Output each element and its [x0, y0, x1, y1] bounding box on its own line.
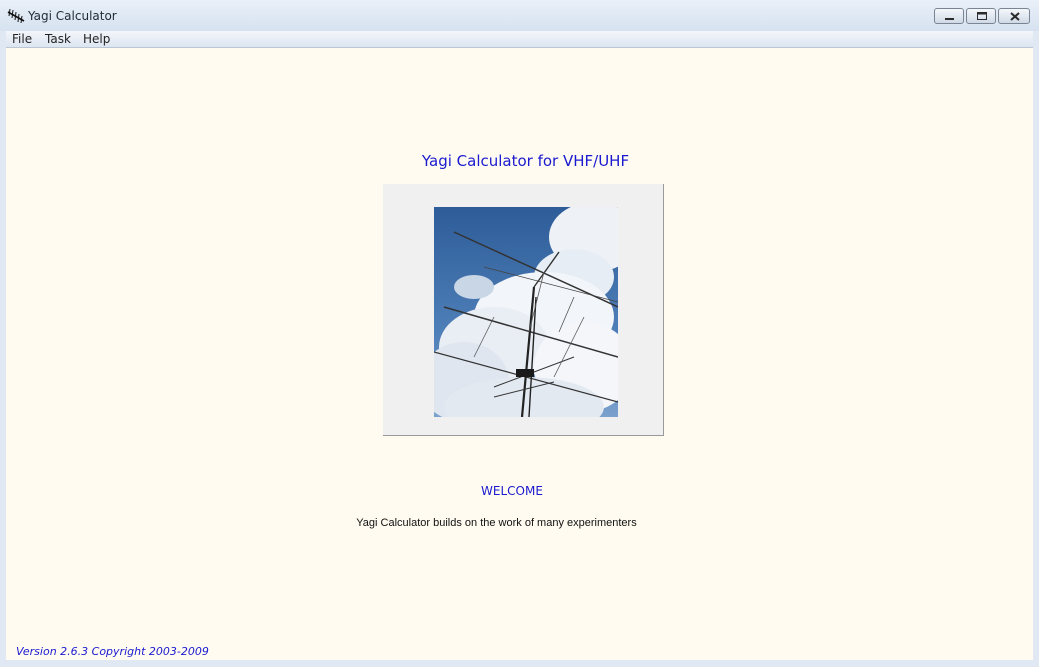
menu-file[interactable]: File: [12, 32, 32, 46]
menu-task[interactable]: Task: [45, 32, 71, 46]
welcome-panel: Yagi Calculator for VHF/UHF WELCOME Yagi…: [6, 48, 1033, 660]
tagline-text: Yagi Calculator builds on the work of ma…: [356, 517, 637, 529]
minimize-icon: [945, 18, 954, 20]
yagi-antenna-photo: [434, 207, 618, 417]
menu-bar: File Task Help: [6, 31, 1033, 48]
welcome-heading: WELCOME: [481, 484, 543, 498]
app-window: Yagi Calculator File Task Help Yagi Calc…: [0, 0, 1039, 667]
minimize-button[interactable]: [934, 8, 964, 24]
maximize-icon: [977, 12, 987, 20]
close-icon: [1010, 12, 1020, 21]
image-frame: [383, 184, 664, 436]
maximize-button[interactable]: [966, 8, 996, 24]
version-label: Version 2.6.3 Copyright 2003-2009: [16, 645, 209, 658]
close-button[interactable]: [998, 8, 1030, 24]
title-bar[interactable]: Yagi Calculator: [0, 0, 1039, 31]
page-title: Yagi Calculator for VHF/UHF: [421, 152, 630, 170]
yagi-antenna-icon: [7, 9, 25, 23]
window-title: Yagi Calculator: [28, 9, 117, 23]
menu-help[interactable]: Help: [83, 32, 110, 46]
